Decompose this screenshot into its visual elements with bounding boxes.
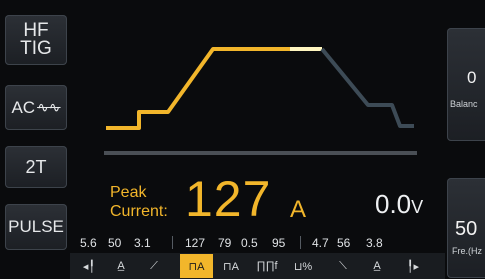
voltage-unit: V bbox=[411, 197, 424, 217]
param-separator bbox=[172, 236, 173, 249]
param-start-current: 50 bbox=[108, 236, 122, 250]
param-pre-gas: 5.6 bbox=[80, 236, 97, 250]
param-crater-current: 56 bbox=[337, 236, 351, 250]
param-pulse-duty: 95 bbox=[272, 236, 286, 250]
param-post-gas: 3.8 bbox=[366, 236, 383, 250]
peak-current-icon[interactable]: ⊓A bbox=[180, 254, 213, 278]
pulse-frequency-icon[interactable]: ∏∏f bbox=[250, 254, 284, 278]
peak-current-unit: A bbox=[290, 196, 307, 223]
param-separator bbox=[300, 236, 301, 249]
start-current-icon[interactable]: A̲ bbox=[107, 254, 135, 278]
voltage-readout: 0.0V bbox=[375, 189, 423, 220]
base-current-icon[interactable]: ⊓A bbox=[216, 254, 246, 278]
peak-label-line2: Current: bbox=[110, 203, 168, 220]
post-gas-icon[interactable]: ╿▸ bbox=[398, 254, 428, 278]
param-peak-current: 127 bbox=[185, 236, 206, 250]
param-pulse-frequency: 0.5 bbox=[241, 236, 258, 250]
peak-current-label: Peak Current: bbox=[110, 183, 168, 221]
upslope-icon[interactable]: ⟋ bbox=[139, 254, 169, 278]
waveform-curve-inactive bbox=[320, 47, 414, 128]
voltage-value: 0.0 bbox=[375, 189, 412, 219]
peak-current-value: 127 bbox=[185, 171, 272, 227]
pulse-duty-icon[interactable]: ⊔% bbox=[288, 254, 318, 278]
param-downslope: 4.7 bbox=[312, 236, 329, 250]
param-base-current: 79 bbox=[218, 236, 232, 250]
parameter-icon-bar: ◂╿ A̲ ⟋ ⊓A ⊓A ∏∏f ⊔% ⟍ A̲ ╿▸ bbox=[70, 253, 445, 279]
pre-gas-icon[interactable]: ◂╿ bbox=[75, 254, 103, 278]
parameter-values-row: 5.6 50 3.1 127 79 0.5 95 4.7 56 3.8 bbox=[75, 236, 435, 251]
progress-track bbox=[104, 151, 417, 155]
downslope-icon[interactable]: ⟍ bbox=[328, 254, 358, 278]
peak-label-line1: Peak bbox=[110, 184, 147, 201]
param-upslope: 3.1 bbox=[134, 236, 151, 250]
crater-current-icon[interactable]: A̲ bbox=[362, 254, 392, 278]
waveform-curve-active bbox=[106, 47, 322, 130]
